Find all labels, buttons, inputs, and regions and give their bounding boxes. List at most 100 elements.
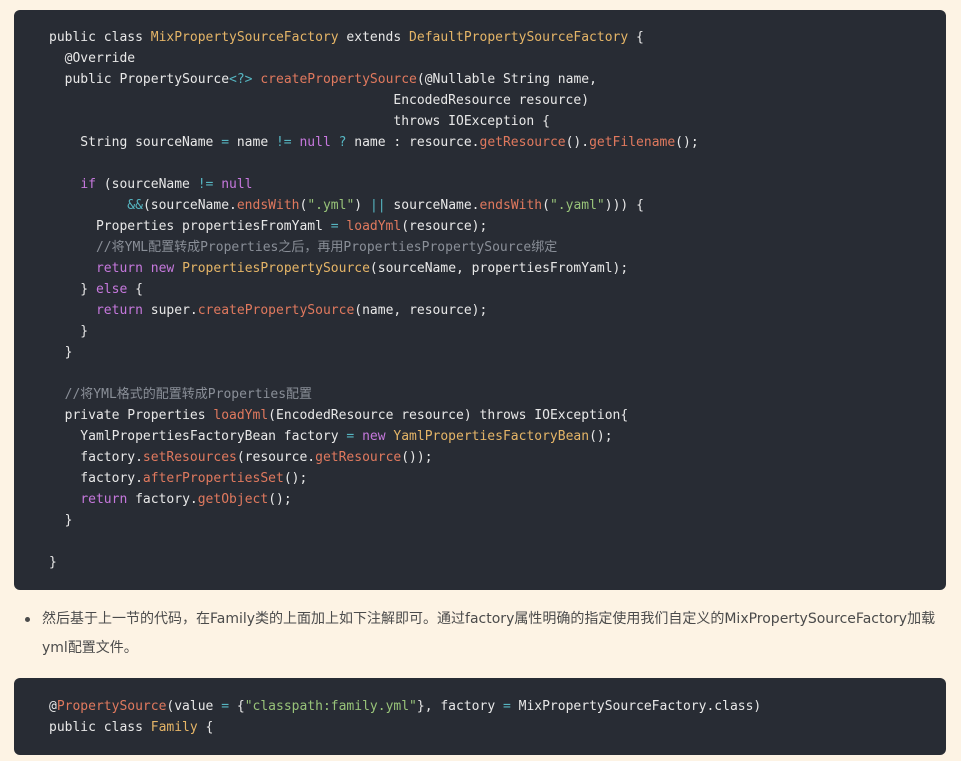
code-token: createPropertySource — [260, 72, 417, 87]
code-token: IOException { — [440, 114, 550, 129]
code-token: getResource — [315, 450, 402, 465]
code-lines: @PropertySource(value = {"classpath:fami… — [49, 696, 946, 738]
code-line: } else { — [49, 279, 946, 300]
code-line: } — [49, 342, 946, 363]
code-token: YamlPropertiesFactoryBean — [393, 429, 590, 444]
code-line: } — [49, 510, 946, 531]
code-token: Properties — [119, 408, 214, 423]
code-line: &&(sourceName.endsWith(".yml") || source… — [49, 195, 946, 216]
code-token: factory. — [127, 492, 198, 507]
code-token: ))) { — [604, 198, 644, 213]
code-token: getObject — [197, 492, 269, 507]
code-token: factory. — [49, 471, 143, 486]
code-token: throws — [479, 408, 527, 423]
code-token: } — [49, 513, 73, 528]
code-line: } — [49, 321, 946, 342]
code-token: (sourceName — [95, 177, 198, 192]
code-token: ) — [354, 198, 370, 213]
code-token: MixPropertySourceFactory.class) — [510, 699, 762, 714]
list-item: 然后基于上一节的代码，在Family类的上面加上如下注解即可。通过factory… — [0, 605, 961, 663]
code-token: loadYml — [346, 219, 402, 234]
code-token: String sourceName — [49, 135, 222, 150]
code-token: Family — [150, 720, 198, 735]
code-token: endsWith — [236, 198, 300, 213]
code-token: public class — [49, 30, 151, 45]
code-token: } — [49, 555, 57, 570]
code-token: //将YML格式的配置转成Properties配置 — [64, 387, 313, 402]
code-token: (resource); — [401, 219, 488, 234]
code-token: return — [95, 303, 143, 318]
code-token: } — [49, 345, 73, 360]
code-token: return — [95, 261, 143, 276]
code-token: (). — [565, 135, 590, 150]
code-line: //将YML格式的配置转成Properties配置 — [49, 384, 946, 405]
code-token: getFilename — [589, 135, 676, 150]
code-token: (); — [675, 135, 699, 150]
code-token: = — [221, 135, 230, 150]
code-token: (EncodedResource resource) — [268, 408, 480, 423]
code-token: (); — [589, 429, 613, 444]
code-token: afterPropertiesSet — [142, 471, 284, 486]
code-token: { — [628, 30, 644, 45]
code-token: throws — [393, 114, 441, 129]
code-token: setResources — [142, 450, 237, 465]
code-token: && — [127, 198, 143, 213]
paragraph-text: 然后基于上一节的代码，在Family类的上面加上如下注解即可。通过factory… — [42, 611, 936, 656]
code-lines: public class MixPropertySourceFactory ex… — [49, 27, 946, 573]
bullet-dot-icon — [25, 617, 30, 622]
code-line: return factory.getObject(); — [49, 489, 946, 510]
code-line: factory.setResources(resource.getResourc… — [49, 447, 946, 468]
code-token: //将YML配置转成Properties之后，再用PropertiesPrope… — [95, 240, 558, 255]
code-line: factory.afterPropertiesSet(); — [49, 468, 946, 489]
code-line: return new PropertiesPropertySource(sour… — [49, 258, 946, 279]
code-token: null — [299, 135, 331, 150]
code-token: PropertiesPropertySource — [182, 261, 370, 276]
code-line: public class MixPropertySourceFactory ex… — [49, 27, 946, 48]
code-token: @Nullable — [424, 72, 496, 87]
code-line: //将YML配置转成Properties之后，再用PropertiesPrope… — [49, 237, 946, 258]
code-token: extends — [338, 30, 410, 45]
code-token: sourceName. — [385, 198, 480, 213]
code-token: new — [362, 429, 386, 444]
code-token: { — [229, 699, 245, 714]
code-block-family-annotation: @PropertySource(value = {"classpath:fami… — [14, 678, 946, 755]
code-token: (); — [268, 492, 292, 507]
code-token: null — [221, 177, 253, 192]
code-token: name : resource. — [346, 135, 480, 150]
code-token: public class — [49, 720, 151, 735]
code-token: Properties propertiesFromYaml — [49, 219, 331, 234]
code-line: return super.createPropertySource(name, … — [49, 300, 946, 321]
code-token: || — [369, 198, 386, 213]
code-token: != — [197, 177, 214, 192]
code-token: (sourceName, propertiesFromYaml); — [369, 261, 629, 276]
code-token: EncodedResource resource) — [49, 93, 590, 108]
code-token: YamlPropertiesFactoryBean factory — [49, 429, 347, 444]
code-token: (resource. — [236, 450, 316, 465]
code-block-factory-class: public class MixPropertySourceFactory ex… — [14, 10, 946, 590]
code-token: = — [502, 699, 511, 714]
code-token: PropertySource — [119, 72, 230, 87]
code-line: EncodedResource resource) — [49, 90, 946, 111]
code-token: (); — [283, 471, 308, 486]
code-token: ".yaml" — [549, 198, 605, 213]
code-token: != — [275, 135, 292, 150]
code-token: (value — [166, 699, 222, 714]
code-token: PropertySource — [56, 699, 167, 714]
code-line: public class Family { — [49, 717, 946, 738]
bullet-list: 然后基于上一节的代码，在Family类的上面加上如下注解即可。通过factory… — [0, 605, 961, 663]
